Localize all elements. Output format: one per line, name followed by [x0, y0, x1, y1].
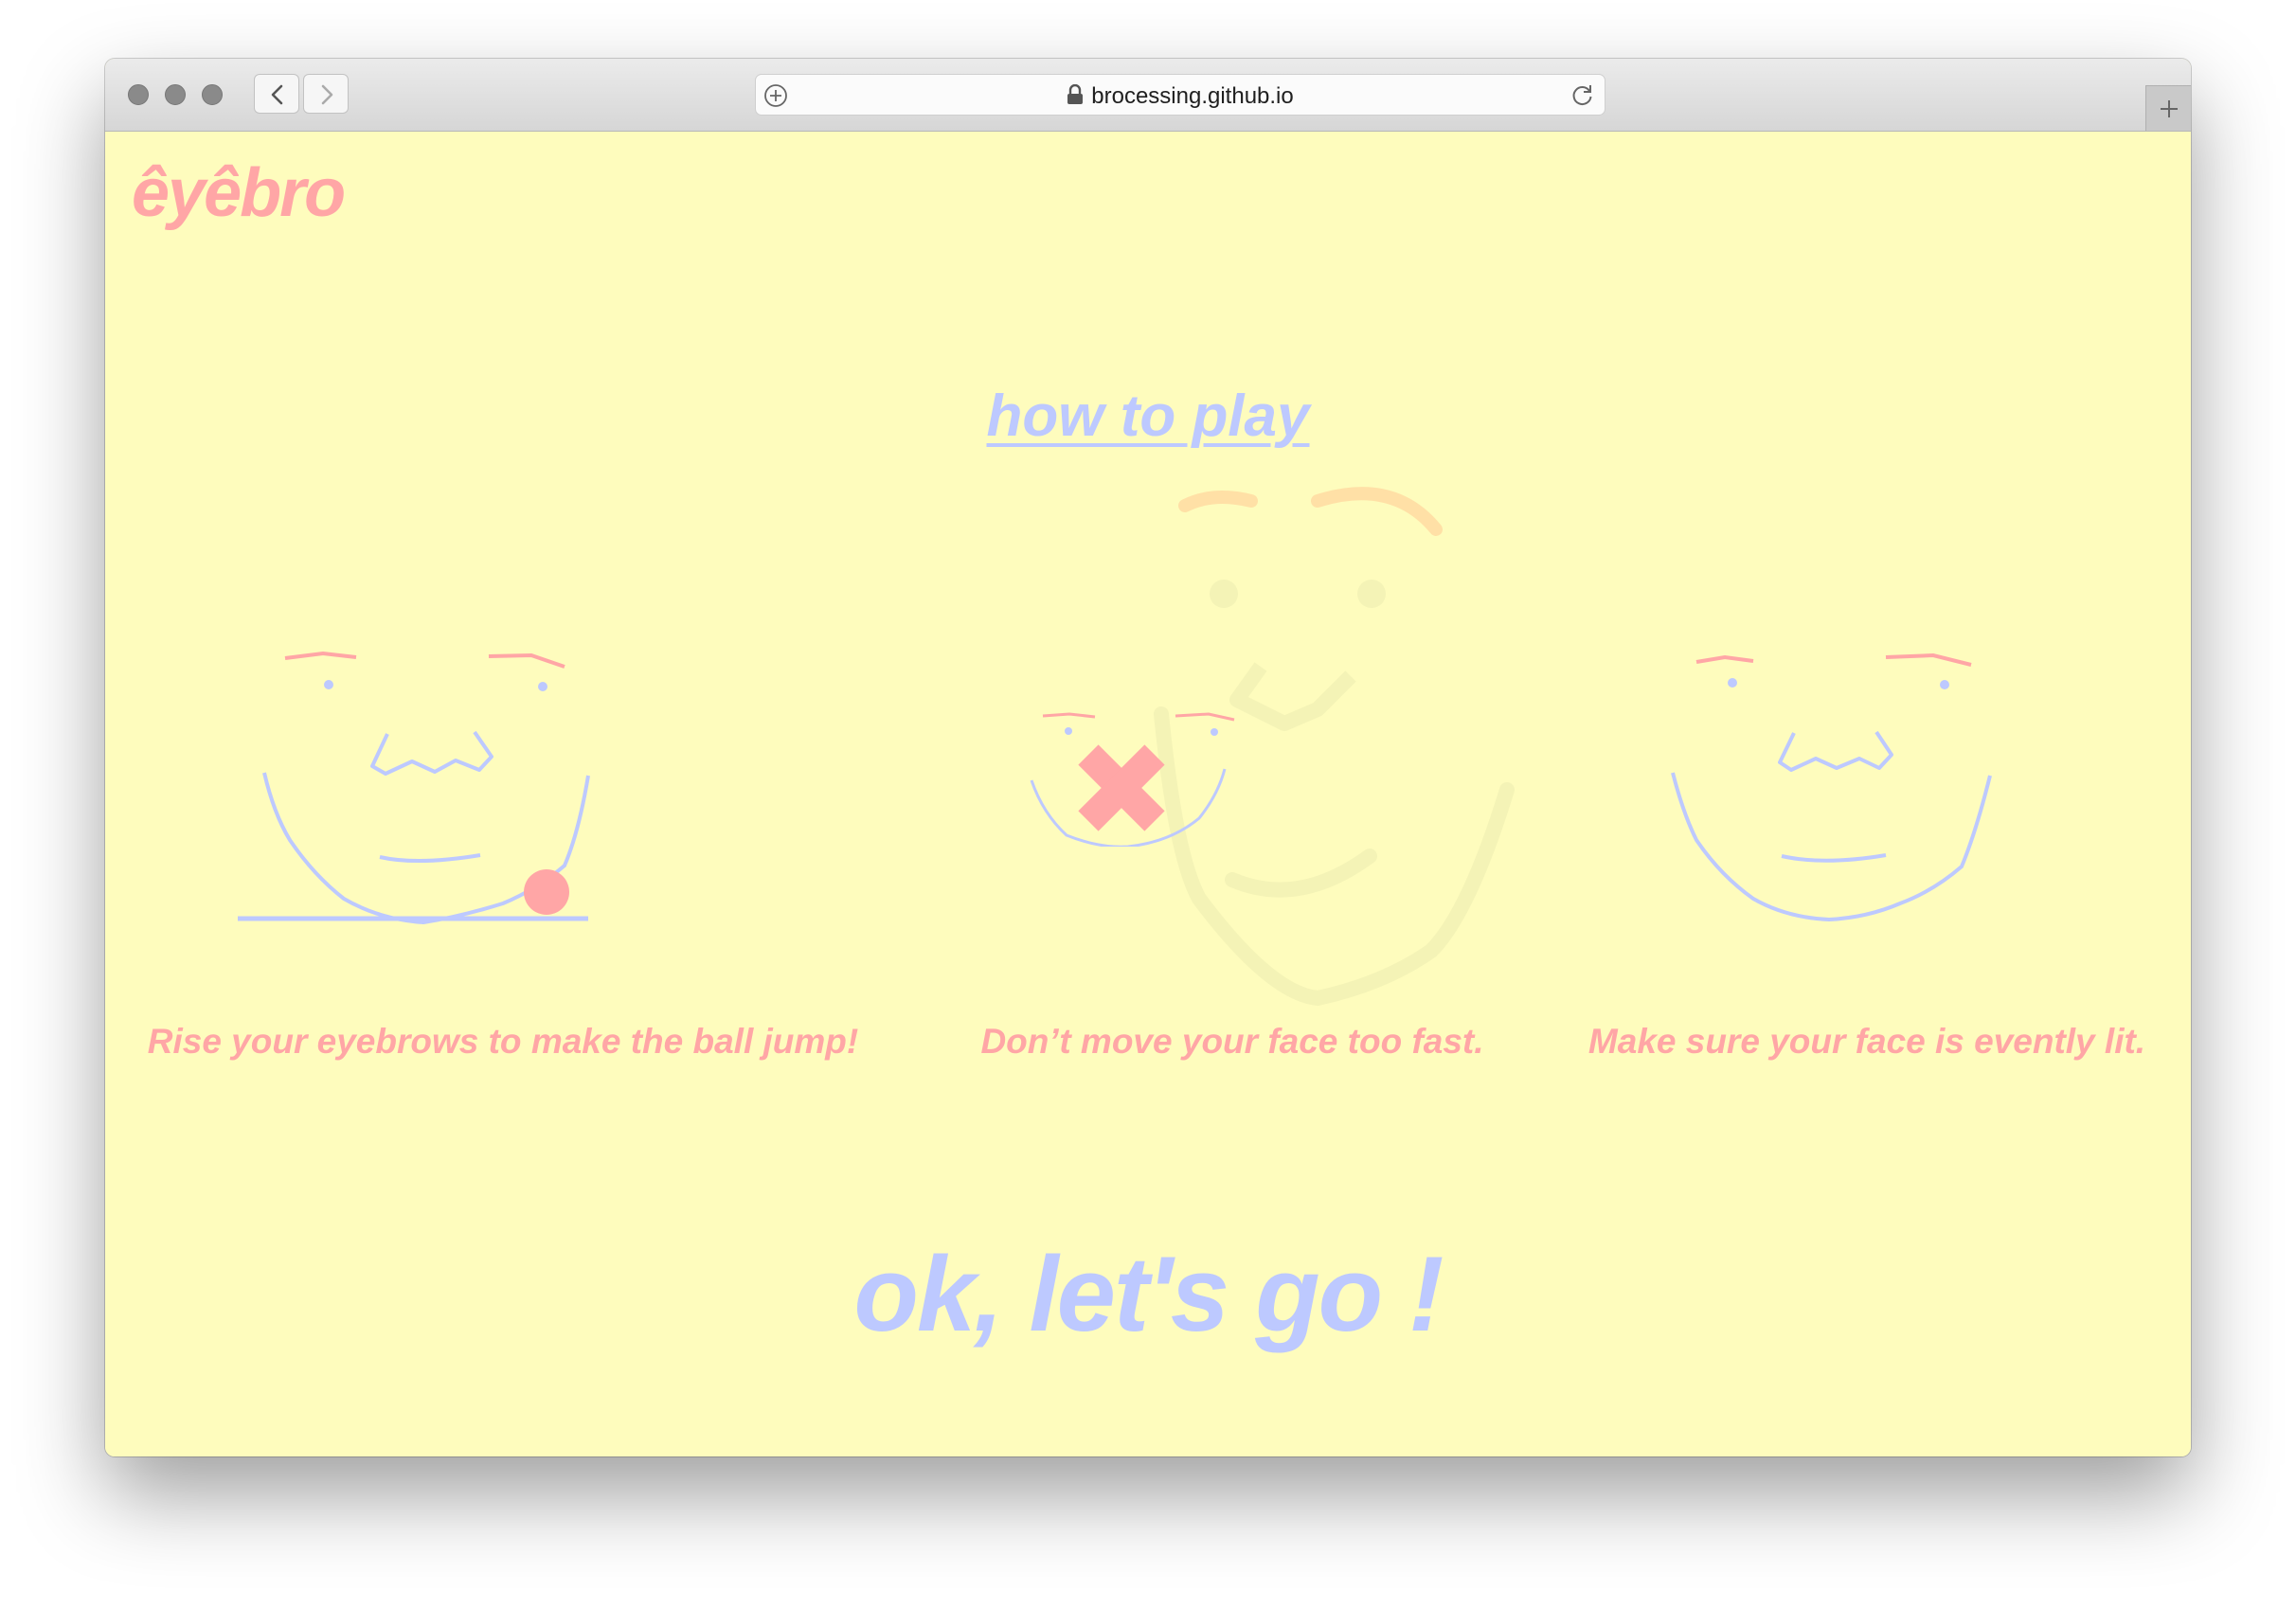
new-tab-icon	[2161, 100, 2178, 117]
how-to-play-link[interactable]: how to play	[987, 384, 1310, 449]
start-game-button[interactable]: ok, let's go !	[105, 1233, 2191, 1355]
zoom-light[interactable]	[202, 84, 223, 105]
url-display[interactable]: brocessing.github.io	[756, 83, 1605, 110]
reload-icon[interactable]	[1570, 82, 1595, 107]
minimize-light[interactable]	[165, 84, 186, 105]
no-fast-movement-x-icon	[1078, 744, 1165, 831]
face-movement-illustration	[1030, 712, 1235, 847]
new-tab-button[interactable]	[2145, 85, 2191, 131]
browser-window: brocessing.github.io êyêbro how to play …	[105, 59, 2191, 1456]
tip-eyebrows: Rise your eyebrows to make the ball jump…	[147, 1022, 859, 1061]
back-button[interactable]	[254, 74, 299, 114]
close-light[interactable]	[128, 84, 149, 105]
page-content: êyêbro how to play Rise your eyebrows to…	[105, 132, 2191, 1456]
how-to-play-heading: how to play	[105, 383, 2191, 450]
eyebrow-raise-illustration	[238, 651, 590, 925]
tip-lighting: Make sure your face is evently lit.	[1587, 1022, 2146, 1061]
tip-face-speed: Don’t move your face too fast.	[980, 1022, 1484, 1061]
back-arrow-icon	[271, 84, 283, 105]
address-bar[interactable]: brocessing.github.io	[755, 74, 1605, 116]
browser-titlebar: brocessing.github.io	[105, 59, 2191, 132]
lock-icon	[1067, 84, 1084, 104]
forward-arrow-icon	[321, 84, 333, 105]
even-lighting-illustration	[1671, 652, 1992, 922]
url-text: brocessing.github.io	[1091, 83, 1294, 109]
logo[interactable]: êyêbro	[132, 154, 346, 232]
forward-button[interactable]	[303, 74, 349, 114]
